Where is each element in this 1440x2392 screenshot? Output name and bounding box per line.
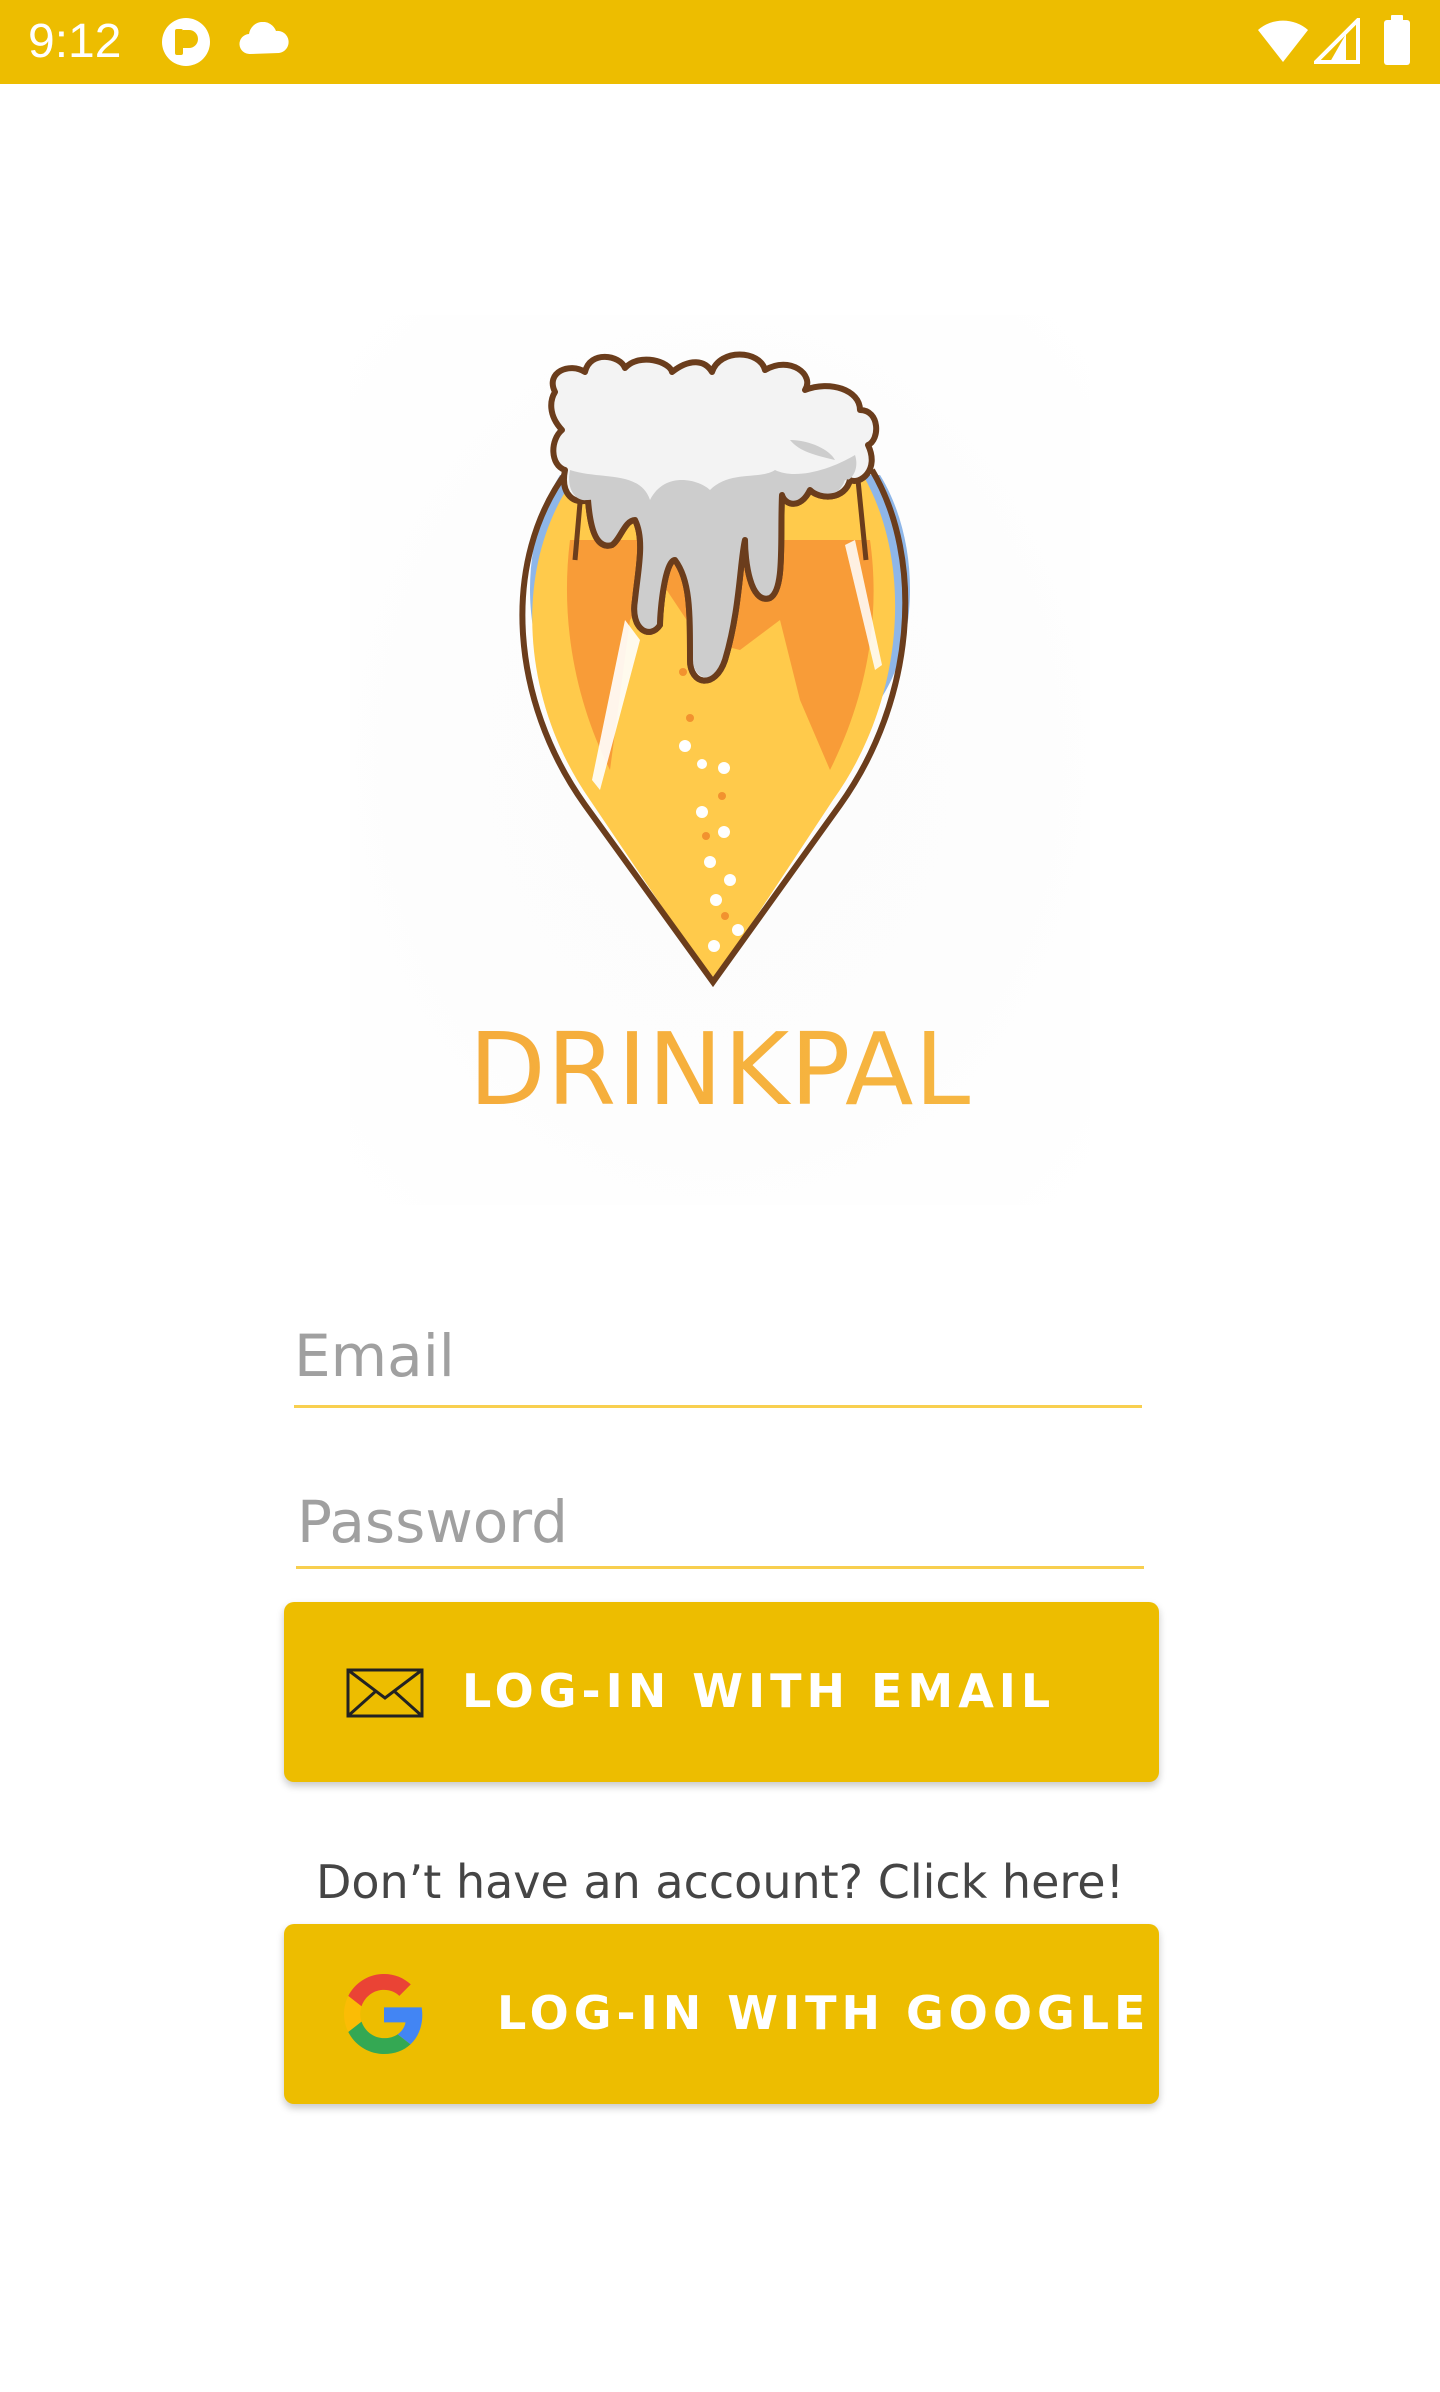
password-field[interactable] bbox=[297, 1482, 1143, 1562]
envelope-icon bbox=[346, 1668, 424, 1718]
password-field-underline bbox=[296, 1566, 1144, 1569]
email-field-underline bbox=[294, 1405, 1142, 1408]
app-name: DRINKPAL bbox=[0, 1010, 1440, 1130]
email-field[interactable] bbox=[294, 1316, 1140, 1396]
google-g-icon bbox=[344, 1974, 423, 2054]
login-with-google-button[interactable]: LOG-IN WITH GOOGLE bbox=[284, 1924, 1159, 2104]
signup-link[interactable]: Don’t have an account? Click here! bbox=[0, 1852, 1440, 1912]
login-with-google-label: LOG-IN WITH GOOGLE bbox=[497, 1986, 1151, 2040]
login-with-email-label: LOG-IN WITH EMAIL bbox=[462, 1664, 1056, 1718]
login-with-email-button[interactable]: LOG-IN WITH EMAIL bbox=[284, 1602, 1159, 1782]
